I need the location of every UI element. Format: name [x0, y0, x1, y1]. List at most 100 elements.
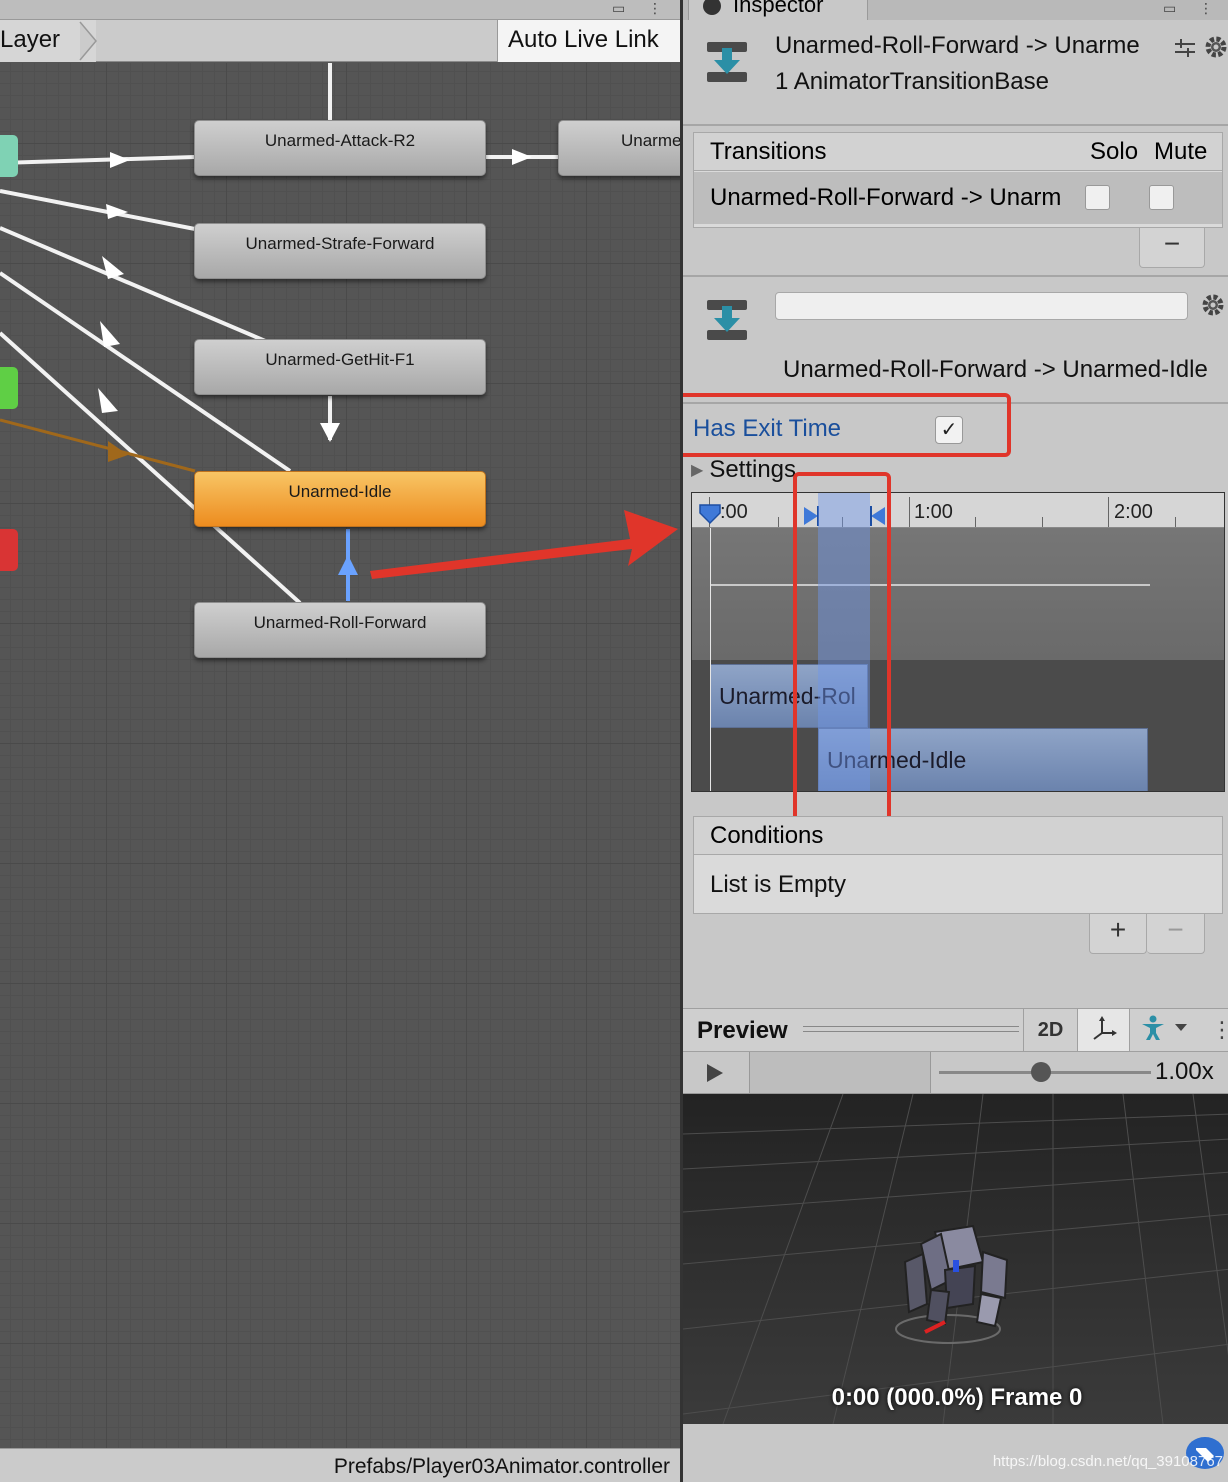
settings-label: Settings — [709, 456, 797, 483]
conditions-list: Conditions List is Empty — [693, 816, 1223, 914]
arrow-up-icon — [338, 555, 358, 575]
weight-curve-line — [710, 584, 1150, 586]
state-unarmed-roll-forward[interactable]: Unarmed-Roll-Forward — [194, 602, 486, 658]
animator-title-strip: ▭ ⋮ — [0, 0, 680, 20]
transition-row-label: Unarmed-Roll-Forward -> Unarm — [710, 184, 1062, 211]
breadcrumb-layer[interactable]: Layer — [0, 26, 60, 54]
arrow-icon — [512, 149, 532, 165]
edge-left-to-strafe[interactable] — [0, 189, 196, 231]
divider — [683, 275, 1228, 277]
solo-header-label: Solo — [1090, 138, 1139, 165]
preview-viewport[interactable]: 0:00 (000.0%) Frame 0 — [683, 1094, 1228, 1424]
inspector-header-title: Unarmed-Roll-Forward -> Unarme — [775, 32, 1140, 59]
state-unarmed-strafe-forward[interactable]: Unarmed-Strafe-Forward — [194, 223, 486, 279]
ruler-tick — [975, 517, 976, 527]
settings-foldout[interactable]: ▶ Settings — [691, 456, 796, 484]
state-unarme[interactable]: Unarme — [558, 120, 680, 176]
add-condition-button[interactable]: + — [1089, 914, 1147, 954]
remove-condition-button[interactable]: − — [1147, 914, 1205, 954]
ruler-tick — [1108, 497, 1109, 527]
annotation-box-transition — [793, 472, 891, 824]
mute-header-label: Mute — [1154, 138, 1208, 165]
inspector-footer: https://blog.csdn.net/qq_39108767 — [683, 1424, 1228, 1482]
ruler-tick — [778, 517, 779, 527]
foldout-triangle-icon: ▶ — [691, 462, 704, 479]
tick-label-2: 2:00 — [1114, 501, 1153, 523]
preview-transport: 1.00x — [683, 1052, 1228, 1094]
state-unarmed-attack-r2[interactable]: Unarmed-Attack-R2 — [194, 120, 486, 176]
edge-left-to-attack[interactable] — [0, 155, 196, 165]
solo-checkbox[interactable] — [1085, 185, 1110, 210]
preview-avatar-dropdown[interactable] — [1129, 1009, 1199, 1051]
side-state-node[interactable] — [0, 135, 18, 177]
maximize-icon[interactable]: ▭ — [1163, 0, 1176, 17]
preview-toolbar: Preview 2D ⋮ — [683, 1008, 1228, 1052]
entry-node[interactable] — [0, 367, 18, 409]
preview-drag-handle[interactable] — [803, 1026, 1019, 1032]
playhead-line — [710, 528, 711, 791]
maximize-icon[interactable]: ▭ — [612, 0, 625, 17]
info-icon — [703, 0, 721, 16]
conditions-empty-text: List is Empty — [710, 871, 847, 898]
animator-toolbar: Layer Auto Live Link — [0, 20, 680, 62]
chevron-down-icon — [1174, 1024, 1187, 1031]
arrow-icon — [98, 388, 118, 413]
avatar-figure-icon — [1141, 1015, 1187, 1040]
timeline-clip-area: Unarmed-Rol Unarmed-Idle — [692, 660, 1224, 791]
controller-path: Prefabs/Player03Animator.controller — [333, 1455, 670, 1478]
state-unarmed-gethit-f1[interactable]: Unarmed-GetHit-F1 — [194, 339, 486, 395]
preview-title: Preview — [697, 1017, 788, 1044]
timeline-curve-area — [692, 528, 1224, 660]
exit-node[interactable] — [0, 529, 18, 571]
unity-editor: ▭ ⋮ Layer Auto Live Link Unarmed-Attack-… — [0, 0, 1228, 1482]
kebab-menu-icon[interactable]: ⋮ — [648, 0, 662, 17]
breadcrumb[interactable]: Layer — [0, 20, 97, 62]
transitions-header-label: Transitions — [710, 138, 827, 165]
preview-scene — [683, 1094, 1228, 1424]
state-unarmed-idle[interactable]: Unarmed-Idle — [194, 471, 486, 527]
tick-label-1: 1:00 — [914, 501, 953, 523]
playhead-marker-icon[interactable] — [699, 503, 721, 525]
transition-name-field[interactable] — [775, 292, 1188, 320]
arrow-icon — [320, 423, 340, 442]
tick-label-0: :00 — [720, 501, 748, 523]
gear-icon[interactable] — [1200, 292, 1226, 318]
preview-frame-readout: 0:00 (000.0%) Frame 0 — [831, 1384, 1083, 1411]
transition-timeline[interactable]: :00 1:00 2:00 Unarmed-Rol Unarmed-Idle — [691, 492, 1225, 792]
auto-live-link-button[interactable]: Auto Live Link — [497, 20, 680, 62]
animator-status-bar: Prefabs/Player03Animator.controller — [0, 1448, 680, 1482]
ruler-tick — [1042, 517, 1043, 527]
ruler-tick — [909, 497, 910, 527]
annotation-box-exit-time — [683, 393, 1011, 457]
transition-icon — [707, 42, 747, 82]
arrow-icon — [102, 256, 124, 279]
tab-inspector[interactable]: Inspector — [688, 0, 868, 20]
inspector-header-subtitle: 1 AnimatorTransitionBase — [775, 68, 1049, 95]
remove-transition-button[interactable]: − — [1139, 228, 1205, 268]
gear-icon[interactable] — [1203, 34, 1228, 60]
preset-sliders-icon[interactable] — [1173, 36, 1197, 60]
transition-full-name: Unarmed-Roll-Forward -> Unarmed-Idle — [783, 356, 1208, 383]
state-machine-graph[interactable]: Unarmed-Attack-R2 Unarme Unarmed-Strafe-… — [0, 63, 680, 1448]
watermark-text: https://blog.csdn.net/qq_39108767 — [992, 1453, 1223, 1470]
transition-row[interactable]: Unarmed-Roll-Forward -> Unarm — [694, 172, 1222, 224]
conditions-header: Conditions — [694, 817, 1222, 855]
transitions-list: Transitions Solo Mute Unarmed-Roll-Forwa… — [693, 132, 1223, 228]
breadcrumb-chevron-icon — [79, 21, 97, 61]
preview-2d-button[interactable]: 2D — [1023, 1009, 1077, 1051]
pivot-axes-icon — [1092, 1016, 1117, 1040]
timeline-ruler: :00 1:00 2:00 — [692, 493, 1224, 528]
play-icon[interactable] — [705, 1062, 725, 1084]
preview-scrubber[interactable] — [749, 1052, 931, 1093]
speed-value: 1.00x — [1155, 1058, 1214, 1085]
kebab-menu-icon[interactable]: ⋮ — [1211, 1017, 1228, 1043]
inspector-tab-bar: Inspector ▭ ⋮ — [683, 0, 1228, 20]
divider — [683, 124, 1228, 126]
kebab-menu-icon[interactable]: ⋮ — [1199, 0, 1213, 17]
speed-slider-thumb[interactable] — [1031, 1062, 1051, 1082]
edge-orange-to-idle[interactable] — [0, 418, 196, 473]
animator-window: ▭ ⋮ Layer Auto Live Link Unarmed-Attack-… — [0, 0, 680, 1482]
preview-pivot-button[interactable] — [1077, 1009, 1129, 1051]
inspector-window: Inspector ▭ ⋮ Unarmed-Roll-Forward -> Un… — [680, 0, 1228, 1482]
mute-checkbox[interactable] — [1149, 185, 1174, 210]
